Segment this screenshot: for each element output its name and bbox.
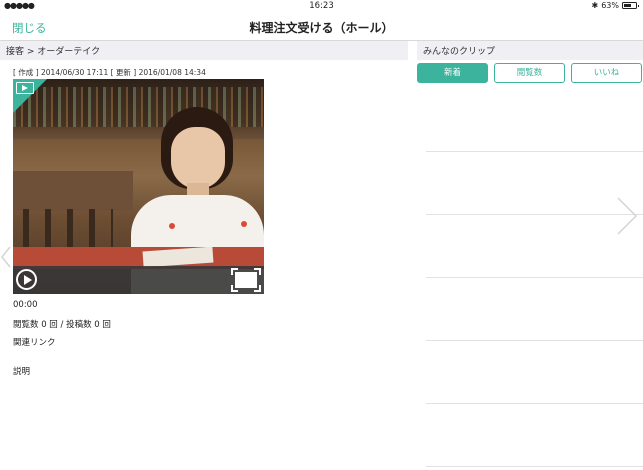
video-time: 00:00 bbox=[13, 300, 38, 310]
battery-percent: 63% bbox=[601, 1, 619, 10]
list-divider bbox=[426, 151, 643, 152]
battery-icon bbox=[622, 2, 639, 9]
bluetooth-icon: ✱ bbox=[591, 1, 599, 10]
video-controls bbox=[13, 266, 264, 294]
description-label: 説明 bbox=[13, 367, 31, 377]
clip-tabs: 新着 閲覧数 いいね bbox=[417, 63, 643, 83]
video-badge-icon bbox=[16, 82, 34, 94]
tab-views[interactable]: 閲覧数 bbox=[494, 63, 565, 83]
clips-pane: みんなのクリップ 新着 閲覧数 いいね bbox=[417, 41, 643, 470]
list-divider bbox=[426, 466, 643, 467]
list-divider bbox=[426, 277, 643, 278]
list-divider bbox=[426, 340, 643, 341]
view-stats: 閲覧数 0 回 / 投稿数 0 回 bbox=[13, 320, 111, 330]
detail-pane: 接客 > オーダーテイク [ 作成 ] 2014/06/30 17:11 [ 更… bbox=[0, 41, 408, 470]
tab-likes[interactable]: いいね bbox=[571, 63, 642, 83]
breadcrumb: 接客 > オーダーテイク bbox=[0, 41, 408, 60]
tab-newest[interactable]: 新着 bbox=[417, 63, 488, 83]
list-divider bbox=[426, 214, 643, 215]
play-icon[interactable] bbox=[16, 269, 37, 290]
clips-header: みんなのクリップ bbox=[417, 41, 643, 60]
status-time: 16:23 bbox=[309, 1, 334, 11]
nav-bar: 閉じる 料理注文受ける（ホール） bbox=[0, 13, 643, 41]
list-divider bbox=[426, 403, 643, 404]
chevron-right-icon[interactable] bbox=[616, 196, 638, 236]
date-meta: [ 作成 ] 2014/06/30 17:11 [ 更新 ] 2016/01/0… bbox=[13, 68, 206, 77]
page-title: 料理注文受ける（ホール） bbox=[249, 21, 394, 35]
chevron-left-icon[interactable] bbox=[0, 246, 12, 268]
status-right: ✱ 63% bbox=[591, 1, 639, 10]
video-player[interactable] bbox=[13, 79, 264, 294]
related-links-label: 関連リンク bbox=[13, 338, 56, 348]
status-bar: ●●●●● 16:23 ✱ 63% bbox=[0, 0, 643, 13]
fullscreen-icon[interactable] bbox=[231, 268, 261, 292]
